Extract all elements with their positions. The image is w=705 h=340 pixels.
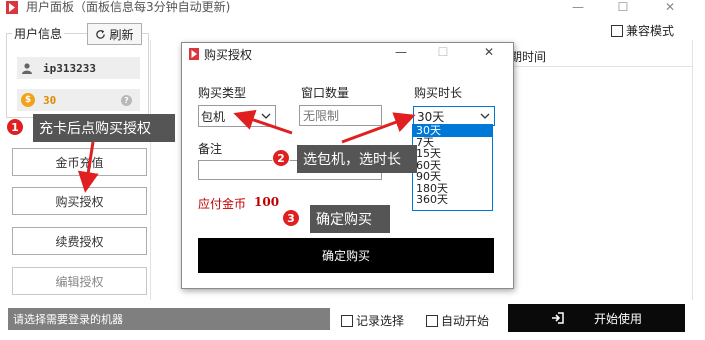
user-id-box: ip313233 [17,57,140,79]
duration-select[interactable]: 30天 [413,106,495,126]
callout-1-text: 充卡后点购买授权 [39,121,151,137]
callout-3-text: 确定购买 [316,212,372,228]
callout-1-badge: 1 [6,118,24,136]
buy-license-button[interactable]: 购买授权 [12,187,147,215]
record-selection-label: 记录选择 [356,314,405,328]
chevron-down-icon [480,113,490,119]
confirm-purchase-button[interactable]: 确定购买 [198,238,494,273]
close-button[interactable]: ✕ [655,0,685,15]
checkbox-box[interactable] [611,24,623,37]
help-icon[interactable]: ? [121,94,132,106]
user-id: ip313233 [43,61,96,75]
note-label: 备注 [198,142,223,156]
callout-2-badge: 2 [272,149,290,167]
maximize-button[interactable]: ☐ [608,0,638,15]
refresh-button[interactable]: 刷新 [87,23,142,45]
checkbox-box[interactable] [341,314,353,327]
dialog-logo-icon [189,48,199,60]
callout-1: 充卡后点购买授权 [33,114,175,142]
type-label: 购买类型 [198,86,247,100]
duration-option[interactable]: 30天 [413,125,492,137]
dialog-minimize-button[interactable]: — [386,45,416,59]
renew-license-button[interactable]: 续费授权 [12,227,147,255]
qty-label: 窗口数量 [301,86,350,100]
minimize-button[interactable]: — [563,0,593,15]
compat-mode-label: 兼容模式 [626,24,675,38]
window-qty-input[interactable]: 无限制 [299,105,382,126]
duration-label: 购买时长 [414,86,463,100]
dialog-maximize-button[interactable]: ☐ [428,45,458,59]
status-bar: 请选择需要登录的机器 [8,308,330,330]
auto-start-checkbox[interactable]: 自动开始 [426,312,489,329]
callout-3: 确定购买 [310,205,390,233]
pay-label: 应付金币 [198,197,247,211]
duration-dropdown-list: 30天 7天 15天 60天 90天 180天 360天 [412,124,493,211]
callout-3-badge: 3 [282,209,300,227]
start-button[interactable]: 开始使用 [508,304,685,332]
table-header-expire: 期时间 [510,50,547,64]
coin-box: $ 30 ? [17,89,140,111]
coin-balance: 30 [43,93,57,107]
window-title: 用户面板（面板信息每3分钟自动更新) [26,0,231,14]
chevron-down-icon [261,113,271,119]
duration-option[interactable]: 90天 [413,171,492,183]
recharge-button[interactable]: 金币充值 [12,148,147,176]
record-selection-checkbox[interactable]: 记录选择 [341,312,404,329]
duration-option[interactable]: 360天 [413,194,492,206]
compat-mode-checkbox[interactable]: 兼容模式 [611,22,674,39]
callout-2-text: 选包机，选时长 [303,152,401,168]
type-select-value: 包机 [201,109,226,124]
refresh-label: 刷新 [109,27,134,42]
edit-license-button[interactable]: 编辑授权 [12,267,147,295]
login-icon [551,312,564,324]
refresh-icon [96,29,106,39]
coin-icon: $ [21,93,35,107]
dialog-title: 购买授权 [204,48,253,62]
checkbox-box[interactable] [426,314,438,327]
user-info-label: 用户信息 [12,25,65,42]
app-logo-icon [6,1,18,14]
callout-2: 选包机，选时长 [297,145,417,173]
type-select[interactable]: 包机 [198,105,276,127]
duration-select-value: 30天 [417,109,445,124]
qty-placeholder: 无限制 [303,109,340,123]
pay-amount: 100 [254,195,280,209]
dialog-close-button[interactable]: ✕ [474,45,504,59]
duration-option[interactable]: 15天 [413,148,492,160]
start-button-label: 开始使用 [593,311,642,326]
auto-start-label: 自动开始 [441,314,490,328]
user-icon [22,63,32,74]
